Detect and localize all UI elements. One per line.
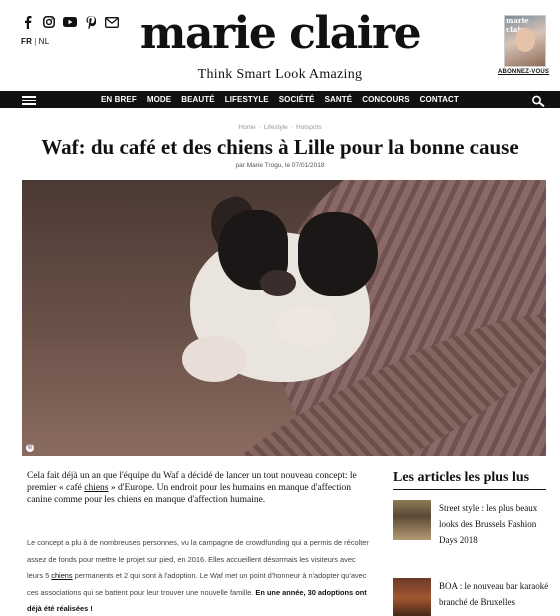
breadcrumb: Home · Lifestyle · Hotspots — [0, 124, 560, 131]
magazine-cover[interactable]: marie claire — [504, 15, 546, 67]
breadcrumb-hotspots[interactable]: Hotspots — [296, 124, 322, 131]
nav-items: EN BREF MODE BEAUTÉ LIFESTYLE SOCIÉTÉ SA… — [101, 91, 459, 108]
site-logo[interactable]: marie claire — [0, 8, 560, 60]
main-nav: EN BREF MODE BEAUTÉ LIFESTYLE SOCIÉTÉ SA… — [0, 91, 560, 108]
nav-item-concours[interactable]: CONCOURS — [362, 95, 409, 104]
menu-icon[interactable] — [22, 96, 36, 105]
article-hero-image: © — [22, 180, 546, 456]
article-lead: Cela fait déjà un an que l'équipe du Waf… — [27, 470, 372, 506]
sidebar-title: Les articles les plus lus — [393, 470, 530, 485]
sidebar-article-thumbnail[interactable] — [393, 578, 431, 616]
nav-item-contact[interactable]: CONTACT — [420, 95, 459, 104]
nav-item-beaute[interactable]: BEAUTÉ — [181, 95, 215, 104]
lead-link-chiens[interactable]: chiens — [84, 483, 108, 493]
nav-item-societe[interactable]: SOCIÉTÉ — [279, 95, 315, 104]
hero-puppy-paw — [182, 336, 246, 382]
nav-item-en-bref[interactable]: EN BREF — [101, 95, 137, 104]
sidebar-article-title[interactable]: BOA : le nouveau bar karaoké branché de … — [439, 578, 549, 610]
hero-puppy-paw — [277, 306, 337, 346]
body-link-chiens[interactable]: chiens — [51, 571, 72, 580]
magazine-cover-model — [515, 28, 535, 52]
breadcrumb-separator: · — [290, 124, 293, 131]
site-header: FR | NL marie claire Think Smart Look Amaz… — [0, 0, 560, 92]
hero-puppy-patch-right — [298, 212, 378, 296]
nav-item-mode[interactable]: MODE — [147, 95, 171, 104]
subscribe-link[interactable]: ABONNEZ-VOUS — [498, 69, 549, 75]
nav-item-sante[interactable]: SANTÉ — [325, 95, 353, 104]
breadcrumb-lifestyle[interactable]: Lifestyle — [264, 124, 288, 131]
site-tagline: Think Smart Look Amazing — [197, 67, 363, 82]
sidebar-divider — [393, 489, 546, 490]
nav-item-lifestyle[interactable]: LIFESTYLE — [225, 95, 269, 104]
copyright-icon[interactable]: © — [26, 444, 34, 452]
search-icon[interactable] — [531, 94, 545, 107]
sidebar-article-thumbnail[interactable] — [393, 500, 431, 540]
article-byline: par Marie Trogu, le 07/01/2018 — [235, 162, 325, 169]
article-body: Le concept a plu à de nombreuses personn… — [27, 535, 372, 616]
sidebar-article-title[interactable]: Street style : les plus beaux looks des … — [439, 500, 549, 548]
breadcrumb-separator: · — [258, 124, 261, 131]
article-title: Waf: du café et des chiens à Lille pour … — [41, 135, 519, 159]
breadcrumb-home[interactable]: Home — [238, 124, 255, 131]
hero-puppy-nose — [260, 270, 296, 296]
